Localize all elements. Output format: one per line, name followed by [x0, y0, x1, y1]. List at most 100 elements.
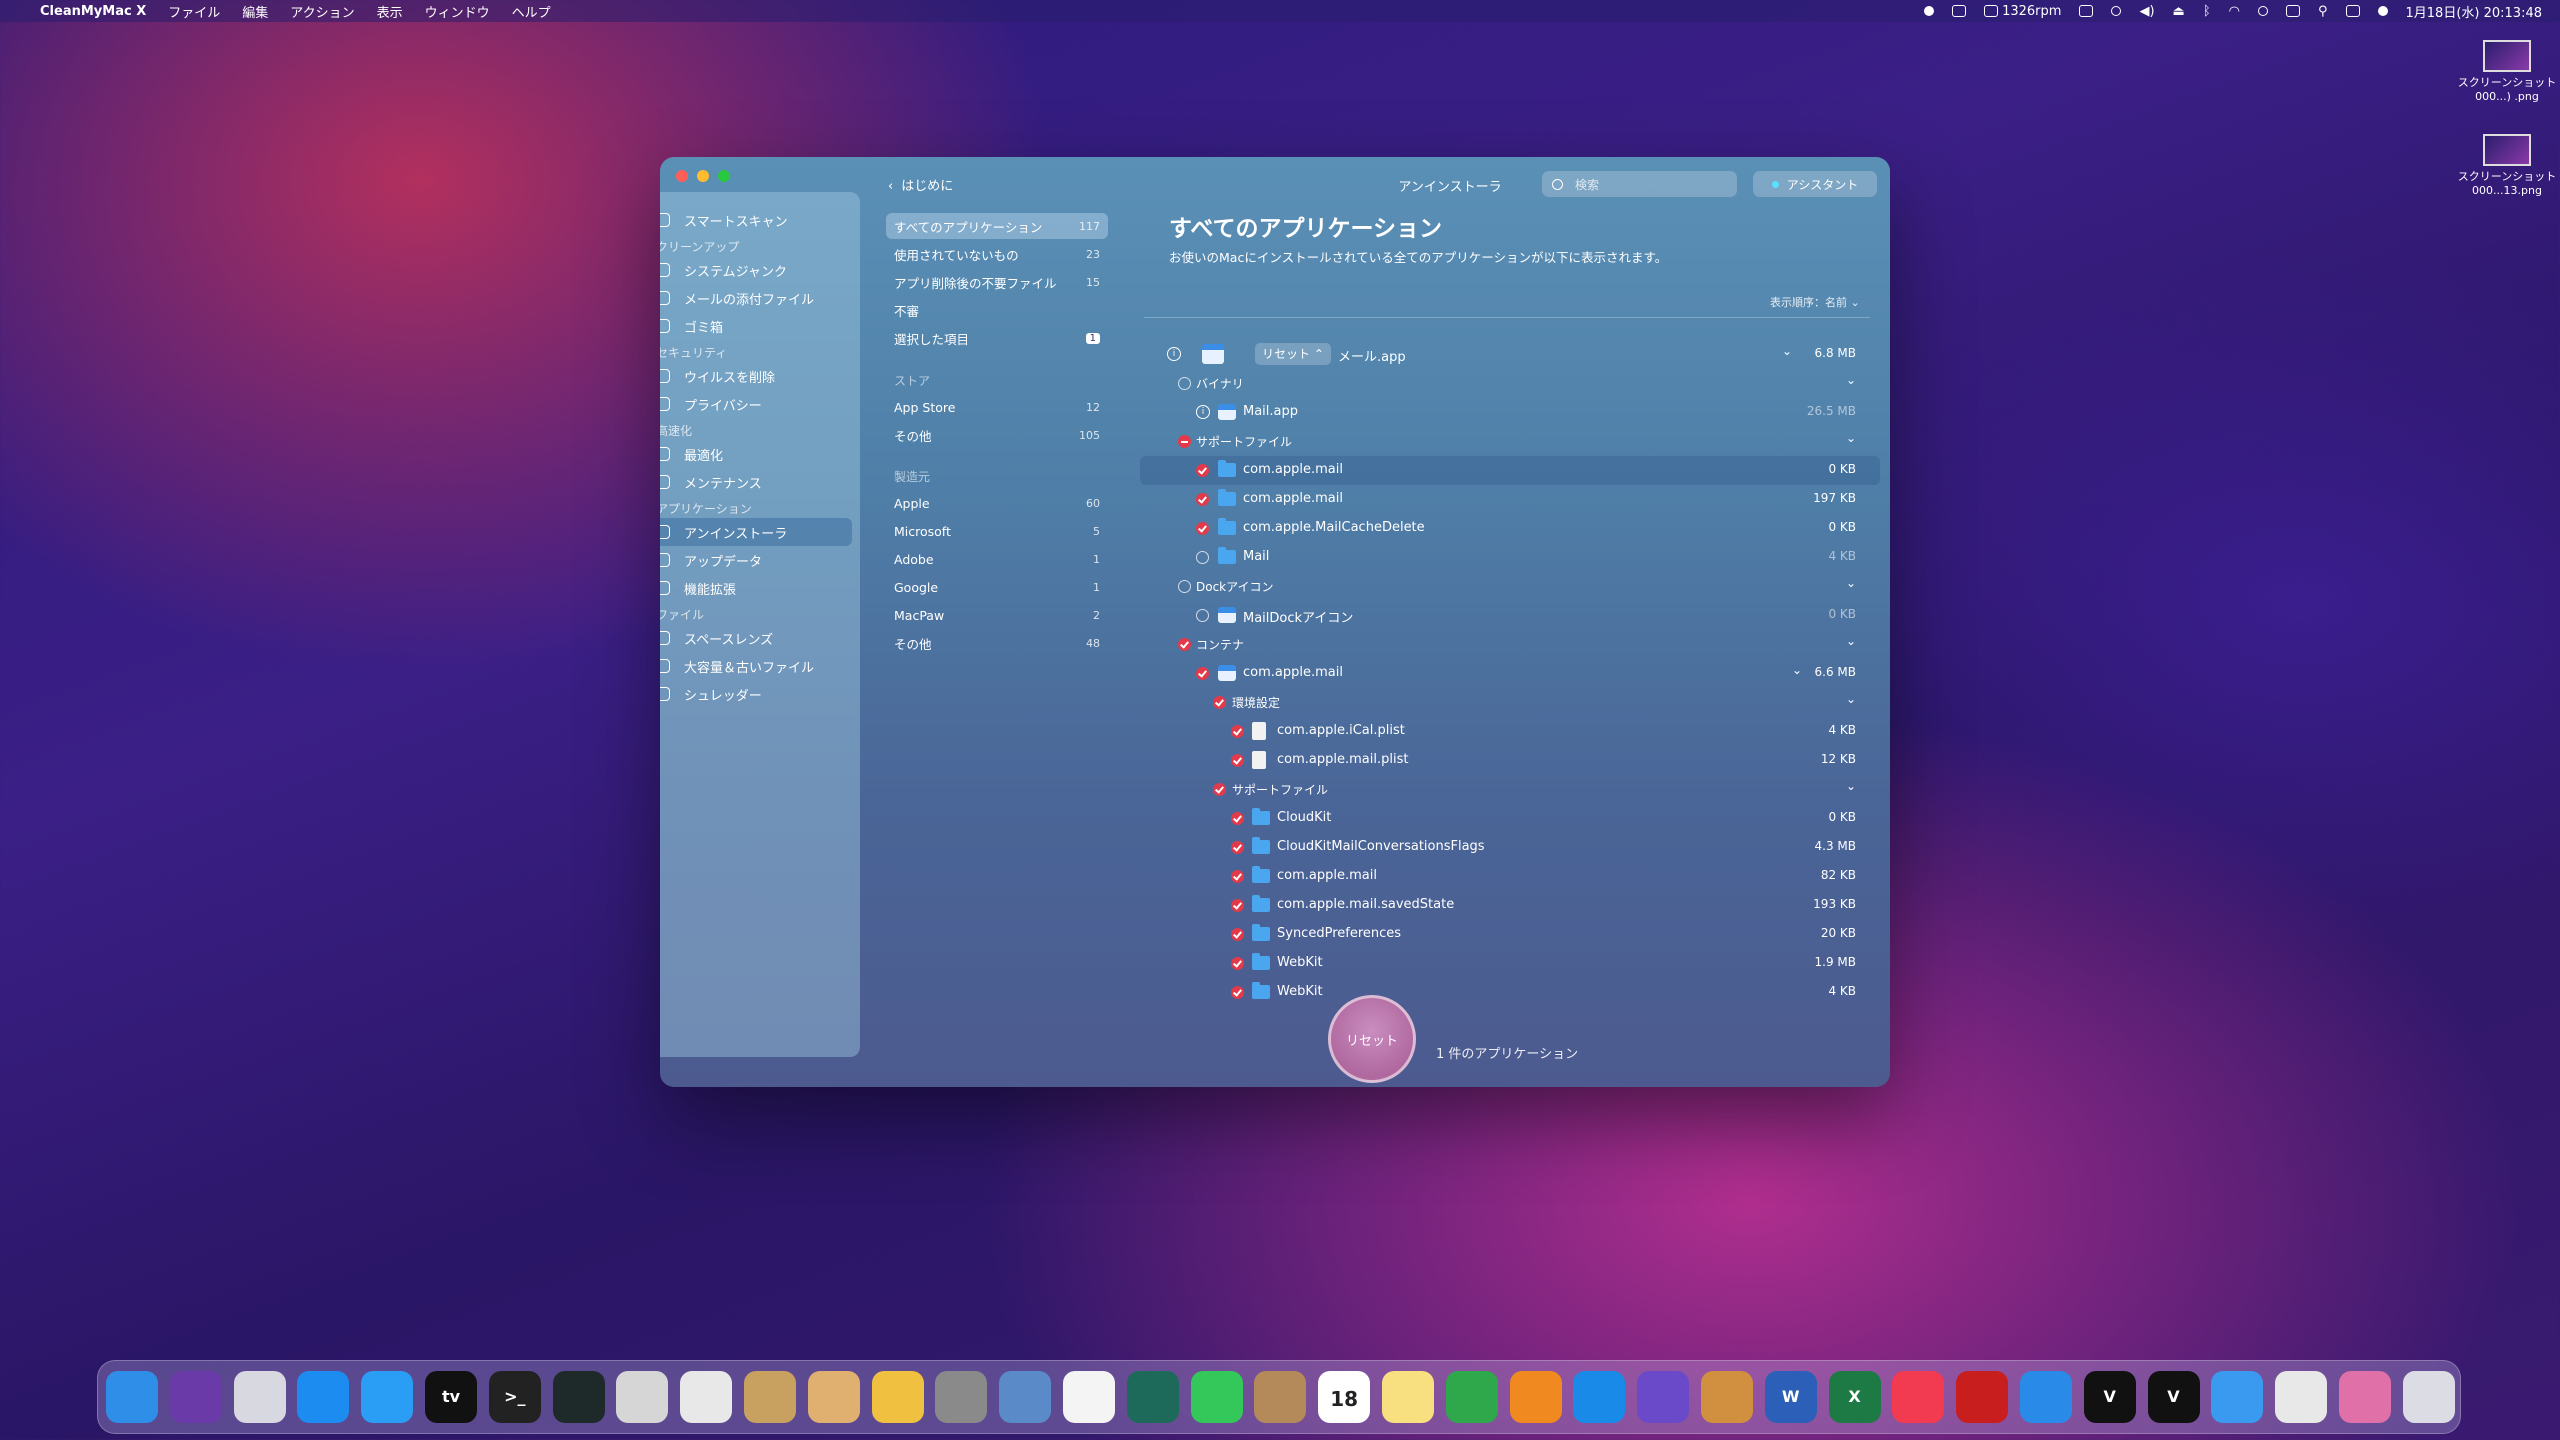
- sidebar-item-large-old-files[interactable]: 大容量＆古いファイル: [660, 652, 852, 680]
- text-input-icon[interactable]: [2285, 5, 2300, 17]
- dock-notes-icon[interactable]: [1381, 1371, 1434, 1423]
- chevron-down-icon[interactable]: ⌄: [1792, 663, 1802, 677]
- checkbox[interactable]: [1231, 986, 1244, 999]
- dock-cleanmymac-icon[interactable]: [2338, 1371, 2391, 1423]
- file-row[interactable]: com.apple.mail ⌄ 6.6 MB: [1140, 659, 1880, 688]
- file-row[interactable]: com.apple.iCal.plist 4 KB: [1140, 717, 1880, 746]
- dock-finder-icon[interactable]: [106, 1371, 158, 1423]
- sidebar-item-malware[interactable]: ウイルスを削除: [660, 362, 852, 390]
- sidebar-item-trash[interactable]: ゴミ箱: [660, 312, 852, 340]
- dock-pages-icon[interactable]: [1509, 1371, 1562, 1423]
- file-row[interactable]: com.apple.mail 82 KB: [1140, 862, 1880, 891]
- category-row[interactable]: コンテナ ⌄: [1140, 630, 1880, 659]
- assistant-button[interactable]: アシスタント: [1753, 171, 1877, 197]
- dock-vivaldi-2-icon[interactable]: V: [2147, 1371, 2200, 1423]
- dock-mail-icon[interactable]: [2211, 1371, 2264, 1423]
- menu-help[interactable]: ヘルプ: [512, 2, 551, 21]
- info-icon[interactable]: i: [1167, 347, 1181, 361]
- bluetooth-icon[interactable]: ᛒ: [2203, 4, 2211, 19]
- category-row[interactable]: サポートファイル ⌄: [1140, 775, 1880, 804]
- desktop-file[interactable]: スクリーンショット 000...) .png: [2452, 40, 2560, 104]
- chevron-down-icon[interactable]: ⌄: [1846, 692, 1856, 706]
- filter-vendor-apple[interactable]: Apple 60: [886, 490, 1108, 516]
- fan-speed-status[interactable]: 1326rpm: [1984, 4, 2061, 19]
- checkbox[interactable]: [1231, 899, 1244, 912]
- menu-view[interactable]: 表示: [377, 2, 403, 21]
- sidebar-item-extensions[interactable]: 機能拡張: [660, 574, 852, 602]
- time-machine-icon[interactable]: [2111, 6, 2122, 16]
- category-row[interactable]: サポートファイル ⌄: [1140, 427, 1880, 456]
- file-row[interactable]: Mail 4 KB: [1140, 543, 1880, 572]
- dock-excel-icon[interactable]: X: [1828, 1371, 1881, 1423]
- back-button[interactable]: ‹ はじめに: [888, 175, 953, 194]
- sidebar-item-updater[interactable]: アップデータ: [660, 546, 852, 574]
- dock-safari-icon[interactable]: [2019, 1371, 2072, 1423]
- screen-share-icon[interactable]: [2079, 5, 2094, 17]
- filter-vendor-macpaw[interactable]: MacPaw 2: [886, 602, 1108, 628]
- dock-word-icon[interactable]: W: [1764, 1371, 1817, 1423]
- file-row[interactable]: CloudKit 0 KB: [1140, 804, 1880, 833]
- dock-time-machine-icon[interactable]: [1126, 1371, 1179, 1423]
- dock-system-settings-icon[interactable]: [935, 1371, 988, 1423]
- spotlight-icon[interactable]: ⚲: [2318, 4, 2328, 19]
- file-row[interactable]: WebKit 4 KB: [1140, 978, 1880, 999]
- user-icon[interactable]: [2257, 6, 2268, 16]
- file-row[interactable]: com.apple.mail 197 KB: [1140, 485, 1880, 514]
- app-row[interactable]: i リセット ⌃ メール.app ⌄ 6.8 MB: [1140, 340, 1880, 369]
- dock-acrobat-icon[interactable]: [1956, 1371, 2009, 1423]
- search-field[interactable]: 検索: [1542, 171, 1737, 197]
- siri-status-icon[interactable]: [2377, 6, 2388, 16]
- sidebar-item-shredder[interactable]: シュレッダー: [660, 680, 852, 708]
- control-center-icon[interactable]: [2345, 5, 2360, 17]
- filter-vendor-adobe[interactable]: Adobe 1: [886, 546, 1108, 572]
- checkbox[interactable]: [1196, 522, 1209, 535]
- dock-imovie-icon[interactable]: [1637, 1371, 1690, 1423]
- dock-numbers-icon[interactable]: [1445, 1371, 1498, 1423]
- checkbox[interactable]: [1178, 580, 1191, 593]
- menubar-clock[interactable]: 1月18日(水) 20:13:48: [2406, 2, 2542, 21]
- filter-selected[interactable]: 選択した項目 1: [886, 325, 1108, 351]
- file-row[interactable]: MailDockアイコン 0 KB: [1140, 601, 1880, 630]
- checkbox[interactable]: [1196, 667, 1209, 680]
- sidebar-item-space-lens[interactable]: スペースレンズ: [660, 624, 852, 652]
- dock-photos-icon[interactable]: [1062, 1371, 1115, 1423]
- dock-script-editor-icon[interactable]: [680, 1371, 733, 1423]
- status-sketch-icon[interactable]: [1952, 5, 1967, 17]
- chevron-down-icon[interactable]: ⌄: [1846, 373, 1856, 387]
- file-row[interactable]: CloudKitMailConversationsFlags 4.3 MB: [1140, 833, 1880, 862]
- menubar-app-name[interactable]: CleanMyMac X: [40, 4, 146, 19]
- checkbox[interactable]: [1231, 928, 1244, 941]
- file-row[interactable]: com.apple.mail 0 KB: [1140, 456, 1880, 485]
- dock-music-icon[interactable]: [1892, 1371, 1945, 1423]
- chevron-down-icon[interactable]: ⌄: [1846, 576, 1856, 590]
- checkbox[interactable]: [1178, 638, 1191, 651]
- wifi-icon[interactable]: ◠: [2229, 4, 2240, 19]
- category-row[interactable]: Dockアイコン ⌄: [1140, 572, 1880, 601]
- checkbox[interactable]: [1196, 493, 1209, 506]
- status-app-icon[interactable]: [1924, 6, 1935, 16]
- sort-selector[interactable]: 表示順序：名前 ⌄: [1770, 294, 1860, 310]
- dock-disk-utility-icon[interactable]: [616, 1371, 669, 1423]
- menu-action[interactable]: アクション: [290, 2, 354, 21]
- dock-contacts-icon[interactable]: [1254, 1371, 1307, 1423]
- reset-dropdown[interactable]: リセット ⌃: [1255, 343, 1331, 365]
- checkbox[interactable]: [1196, 609, 1209, 622]
- chevron-down-icon[interactable]: ⌄: [1846, 431, 1856, 445]
- info-icon[interactable]: i: [1196, 405, 1210, 419]
- checkbox[interactable]: [1231, 725, 1244, 738]
- file-row[interactable]: com.apple.MailCacheDelete 0 KB: [1140, 514, 1880, 543]
- dock-archive-utility-icon[interactable]: [807, 1371, 860, 1423]
- filter-unused[interactable]: 使用されていないもの 23: [886, 241, 1108, 267]
- dock-the-unarchiver-icon[interactable]: [743, 1371, 796, 1423]
- dock-image-app-icon[interactable]: [1700, 1371, 1753, 1423]
- menu-edit[interactable]: 編集: [242, 2, 268, 21]
- dock-calendar-icon[interactable]: 18: [1318, 1371, 1371, 1423]
- sidebar-item-mail-attachments[interactable]: メールの添付ファイル: [660, 284, 852, 312]
- dock-preview-icon[interactable]: [999, 1371, 1052, 1423]
- filter-leftovers[interactable]: アプリ削除後の不要ファイル 15: [886, 269, 1108, 295]
- category-row[interactable]: 環境設定 ⌄: [1140, 688, 1880, 717]
- filter-vendor-other[interactable]: その他 48: [886, 630, 1108, 656]
- dock-wifi-tool-icon[interactable]: [361, 1371, 414, 1423]
- checkbox[interactable]: [1213, 783, 1226, 796]
- file-row[interactable]: com.apple.mail.savedState 193 KB: [1140, 891, 1880, 920]
